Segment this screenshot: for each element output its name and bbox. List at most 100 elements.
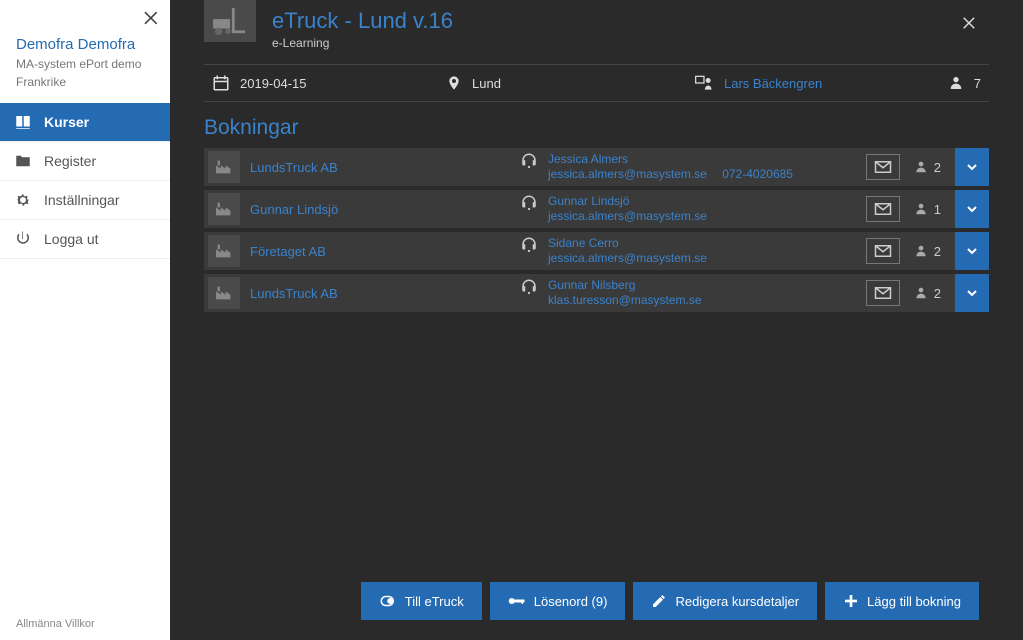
nav-item-register[interactable]: Register	[0, 142, 170, 181]
company-icon-box	[208, 235, 240, 267]
headset-icon	[520, 278, 538, 296]
company-name[interactable]: LundsTruck AB	[250, 286, 338, 301]
contact-name[interactable]: Gunnar Lindsjö	[548, 194, 719, 209]
to-etruck-button[interactable]: Till eTruck	[361, 582, 482, 620]
close-icon	[961, 14, 979, 32]
info-date: 2019-04-15	[208, 74, 438, 92]
send-mail-button[interactable]	[866, 280, 900, 306]
nav-label: Logga ut	[44, 231, 99, 247]
sidebar-footer-link[interactable]: Allmänna Villkor	[0, 608, 170, 640]
action-bar: Till eTruck Lösenord (9) Redigera kursde…	[361, 582, 979, 620]
headset-icon	[520, 152, 538, 170]
nav-item-settings[interactable]: Inställningar	[0, 181, 170, 220]
contact-block: Gunnar Lindsjö jessica.almers@masystem.s…	[520, 194, 866, 224]
sidebar-org: MA-system ePort demo	[16, 57, 154, 71]
info-participant-count: 7	[948, 75, 985, 91]
course-title: eTruck - Lund v.16	[272, 8, 453, 34]
contact-phone: 072-4020685	[722, 167, 793, 181]
close-course-button[interactable]	[961, 14, 979, 35]
info-location: Lund	[446, 74, 686, 92]
main-panel: eTruck - Lund v.16 e-Learning 2019-04-15…	[170, 0, 1023, 640]
booking-row: LundsTruck AB Gunnar Nilsberg klas.tures…	[204, 274, 989, 312]
mail-icon	[874, 160, 892, 174]
contact-email[interactable]: jessica.almers@masystem.se	[548, 251, 707, 265]
mail-icon	[874, 202, 892, 216]
participant-count: 2	[914, 160, 941, 175]
edit-course-button[interactable]: Redigera kursdetaljer	[633, 582, 817, 620]
power-icon	[14, 230, 32, 248]
course-title-block: eTruck - Lund v.16 e-Learning	[272, 0, 453, 50]
contact-name[interactable]: Jessica Almers	[548, 152, 793, 167]
close-sidebar-button[interactable]	[142, 8, 162, 31]
course-subtitle: e-Learning	[272, 36, 453, 50]
count-value: 2	[934, 286, 941, 301]
count-value: 2	[934, 244, 941, 259]
plus-icon	[843, 593, 859, 609]
mail-icon	[874, 286, 892, 300]
contact-block: Gunnar Nilsberg klas.turesson@masystem.s…	[520, 278, 866, 308]
company-block: Gunnar Lindsjö	[204, 193, 520, 225]
info-instructor: Lars Bäckengren	[694, 74, 940, 92]
count-value: 1	[934, 202, 941, 217]
calendar-icon	[212, 74, 230, 92]
chevron-down-icon	[964, 159, 980, 175]
contact-email[interactable]: jessica.almers@masystem.se	[548, 209, 707, 223]
instructor-name[interactable]: Lars Bäckengren	[724, 76, 822, 91]
participant-count: 2	[914, 286, 941, 301]
add-booking-button[interactable]: Lägg till bokning	[825, 582, 979, 620]
booking-row: LundsTruck AB Jessica Almers jessica.alm…	[204, 148, 989, 186]
booking-row: Gunnar Lindsjö Gunnar Lindsjö jessica.al…	[204, 190, 989, 228]
instructor-icon	[694, 74, 714, 92]
send-mail-button[interactable]	[866, 154, 900, 180]
company-name[interactable]: Gunnar Lindsjö	[250, 202, 338, 217]
contact-block: Sidane Cerro jessica.almers@masystem.se	[520, 236, 866, 266]
company-name[interactable]: LundsTruck AB	[250, 160, 338, 175]
expand-row-button[interactable]	[955, 190, 989, 228]
person-icon	[914, 202, 928, 216]
nav-item-logout[interactable]: Logga ut	[0, 220, 170, 259]
send-mail-button[interactable]	[866, 196, 900, 222]
count-value: 7	[974, 76, 981, 91]
contact-name[interactable]: Gunnar Nilsberg	[548, 278, 714, 293]
person-icon	[914, 286, 928, 300]
contact-block: Jessica Almers jessica.almers@masystem.s…	[520, 152, 866, 182]
course-header: eTruck - Lund v.16 e-Learning	[170, 0, 1023, 54]
headset-icon	[520, 194, 538, 212]
factory-icon	[214, 243, 234, 259]
date-value: 2019-04-15	[240, 76, 307, 91]
nav-item-kurser[interactable]: Kurser	[0, 103, 170, 142]
button-label: Redigera kursdetaljer	[675, 594, 799, 609]
booking-row: Företaget AB Sidane Cerro jessica.almers…	[204, 232, 989, 270]
company-name[interactable]: Företaget AB	[250, 244, 326, 259]
expand-row-button[interactable]	[955, 274, 989, 312]
forklift-icon	[211, 6, 249, 36]
nav-label: Kurser	[44, 114, 89, 130]
sidebar-nav: Kurser Register Inställningar Logga ut	[0, 103, 170, 259]
factory-icon	[214, 201, 234, 217]
company-block: LundsTruck AB	[204, 151, 520, 183]
expand-row-button[interactable]	[955, 232, 989, 270]
headset-icon	[520, 236, 538, 254]
button-label: Till eTruck	[405, 594, 464, 609]
location-icon	[446, 74, 462, 92]
chevron-down-icon	[964, 285, 980, 301]
key-icon	[508, 595, 526, 607]
person-icon	[914, 244, 928, 258]
count-value: 2	[934, 160, 941, 175]
send-mail-button[interactable]	[866, 238, 900, 264]
company-block: LundsTruck AB	[204, 277, 520, 309]
button-label: Lösenord (9)	[534, 594, 608, 609]
company-block: Företaget AB	[204, 235, 520, 267]
book-icon	[14, 113, 32, 131]
gear-icon	[14, 191, 32, 209]
expand-row-button[interactable]	[955, 148, 989, 186]
chevron-down-icon	[964, 201, 980, 217]
contact-name[interactable]: Sidane Cerro	[548, 236, 719, 251]
contact-email[interactable]: klas.turesson@masystem.se	[548, 293, 702, 307]
button-label: Lägg till bokning	[867, 594, 961, 609]
mail-icon	[874, 244, 892, 258]
password-button[interactable]: Lösenord (9)	[490, 582, 626, 620]
person-icon	[914, 160, 928, 174]
course-logo	[204, 0, 256, 42]
contact-email[interactable]: jessica.almers@masystem.se	[548, 167, 707, 181]
